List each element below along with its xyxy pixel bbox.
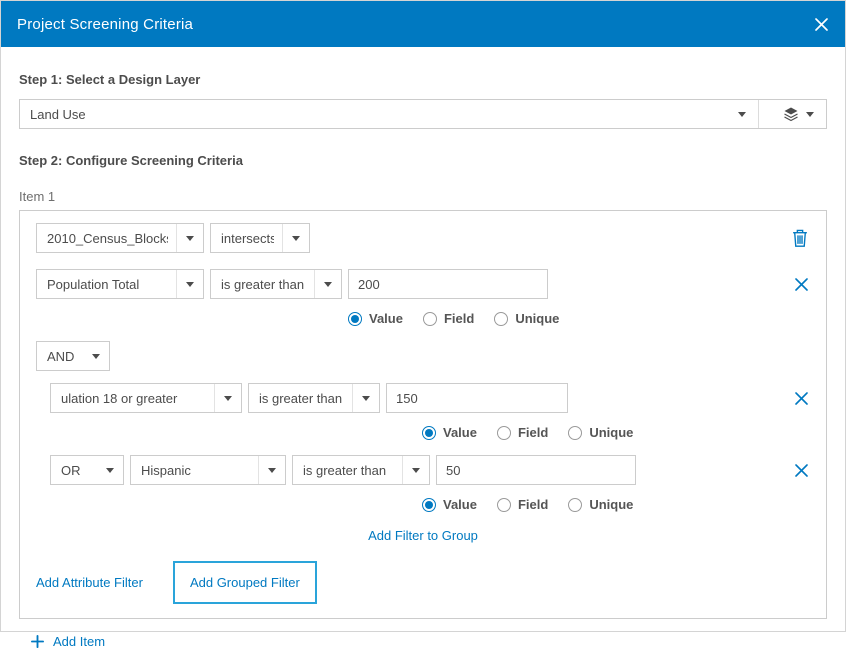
layers-icon <box>783 106 799 122</box>
radio-unique-label: Unique <box>515 311 559 326</box>
radio-icon <box>568 498 582 512</box>
group-filter-operator-dropdown[interactable]: is greater than <box>292 455 430 485</box>
group-filter-value-input[interactable] <box>386 383 568 413</box>
radio-field[interactable]: Field <box>423 311 474 326</box>
value-type-radio-group: Value Field Unique <box>50 425 810 440</box>
radio-selected-icon <box>422 498 436 512</box>
dialog-body: Step 1: Select a Design Layer Land Use S… <box>1 47 845 649</box>
add-item-button[interactable]: Add Item <box>31 634 827 649</box>
add-grouped-filter-link[interactable]: Add Grouped Filter <box>190 575 300 590</box>
group-filter-operator-dropdown[interactable]: is greater than <box>248 383 380 413</box>
divider <box>758 100 759 128</box>
spatial-operator-dropdown[interactable]: intersects <box>210 223 310 253</box>
radio-value-label: Value <box>443 425 477 440</box>
radio-field-label: Field <box>518 497 548 512</box>
close-icon[interactable] <box>814 17 829 32</box>
source-layer-value: 2010_Census_Blocks <box>47 231 168 246</box>
radio-unique-label: Unique <box>589 425 633 440</box>
grouped-filters: ulation 18 or greater is greater than <box>50 383 810 512</box>
group-filter-field-dropdown[interactable]: ulation 18 or greater <box>50 383 242 413</box>
radio-unique[interactable]: Unique <box>494 311 559 326</box>
group-filter-operator-value: is greater than <box>259 391 344 406</box>
radio-field[interactable]: Field <box>497 425 548 440</box>
design-layer-select[interactable]: Land Use <box>19 99 827 129</box>
add-filter-to-group-link[interactable]: Add Filter to Group <box>368 528 478 543</box>
filter-operator-value: is greater than <box>221 277 306 292</box>
plus-icon <box>31 635 44 648</box>
add-item-label: Add Item <box>53 634 105 649</box>
chevron-down-icon <box>106 468 114 473</box>
group-logical-operator-dropdown[interactable]: OR <box>50 455 124 485</box>
radio-field-label: Field <box>518 425 548 440</box>
group-filter-field-value: ulation 18 or greater <box>61 391 206 406</box>
filter-actions-row: Add Attribute Filter Add Grouped Filter <box>36 561 810 604</box>
logical-operator-value: AND <box>47 349 83 364</box>
group-filter-field-dropdown[interactable]: Hispanic <box>130 455 286 485</box>
filter-operator-dropdown[interactable]: is greater than <box>210 269 342 299</box>
value-type-radio-group: Value Field Unique <box>50 497 810 512</box>
radio-icon <box>568 426 582 440</box>
chevron-down-icon <box>224 396 232 401</box>
chevron-down-icon <box>268 468 276 473</box>
project-screening-dialog: Project Screening Criteria Step 1: Selec… <box>0 0 846 632</box>
chevron-down-icon <box>412 468 420 473</box>
screening-item-panel: 2010_Census_Blocks intersects <box>19 210 827 619</box>
radio-unique[interactable]: Unique <box>568 425 633 440</box>
chevron-down-icon <box>186 282 194 287</box>
group-filter-value-input[interactable] <box>436 455 636 485</box>
radio-field-label: Field <box>444 311 474 326</box>
dialog-header: Project Screening Criteria <box>1 1 845 47</box>
step1-label: Step 1: Select a Design Layer <box>19 72 827 87</box>
radio-value[interactable]: Value <box>348 311 403 326</box>
dialog-title: Project Screening Criteria <box>17 16 193 33</box>
radio-icon <box>497 426 511 440</box>
filter-field-dropdown[interactable]: Population Total <box>36 269 204 299</box>
group-filter-operator-value: is greater than <box>303 463 394 478</box>
radio-value-label: Value <box>443 497 477 512</box>
radio-icon <box>497 498 511 512</box>
trash-icon[interactable] <box>790 227 810 249</box>
radio-field[interactable]: Field <box>497 497 548 512</box>
chevron-down-icon <box>324 282 332 287</box>
radio-value[interactable]: Value <box>422 497 477 512</box>
chevron-down-icon <box>186 236 194 241</box>
remove-filter-icon[interactable] <box>793 276 810 293</box>
remove-filter-icon[interactable] <box>793 390 810 407</box>
radio-unique-label: Unique <box>589 497 633 512</box>
remove-filter-icon[interactable] <box>793 462 810 479</box>
filter-value-input[interactable] <box>348 269 548 299</box>
group-filter-row: ulation 18 or greater is greater than <box>50 383 810 413</box>
group-filter-row: OR Hispanic is greater than <box>50 455 810 485</box>
filter-field-value: Population Total <box>47 277 168 292</box>
design-layer-value: Land Use <box>30 107 738 122</box>
layer-operator-row: 2010_Census_Blocks intersects <box>36 223 810 253</box>
radio-unique[interactable]: Unique <box>568 497 633 512</box>
chevron-down-icon <box>362 396 370 401</box>
attribute-filter-row: Population Total is greater than <box>36 269 810 299</box>
radio-icon <box>494 312 508 326</box>
logical-operator-dropdown[interactable]: AND <box>36 341 110 371</box>
chevron-down-icon <box>806 112 814 117</box>
spatial-operator-value: intersects <box>221 231 274 246</box>
group-filter-field-value: Hispanic <box>141 463 250 478</box>
chevron-down-icon <box>92 354 100 359</box>
group-logical-operator-value: OR <box>61 463 97 478</box>
radio-value-label: Value <box>369 311 403 326</box>
item-label: Item 1 <box>19 189 827 204</box>
radio-value[interactable]: Value <box>422 425 477 440</box>
logical-operator-row: AND <box>36 341 810 371</box>
radio-icon <box>423 312 437 326</box>
radio-selected-icon <box>422 426 436 440</box>
layers-button[interactable] <box>771 106 816 122</box>
value-type-radio-group: Value Field Unique <box>36 311 810 326</box>
add-attribute-filter-link[interactable]: Add Attribute Filter <box>36 575 143 590</box>
chevron-down-icon <box>292 236 300 241</box>
chevron-down-icon <box>738 112 746 117</box>
source-layer-dropdown[interactable]: 2010_Census_Blocks <box>36 223 204 253</box>
grouped-filter-highlight-box: Add Grouped Filter <box>173 561 317 604</box>
radio-selected-icon <box>348 312 362 326</box>
step2-label: Step 2: Configure Screening Criteria <box>19 153 827 168</box>
